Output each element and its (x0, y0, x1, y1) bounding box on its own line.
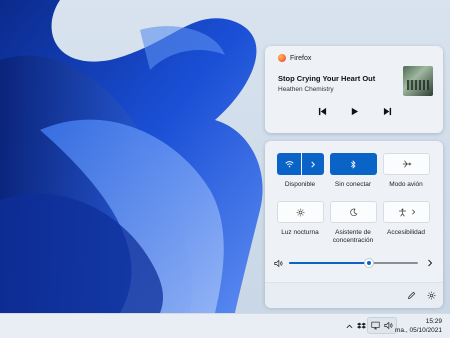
taskbar: 15:29 ma., 05/10/2021 (0, 313, 450, 338)
play-button[interactable] (347, 104, 361, 118)
brightness-icon (296, 208, 305, 216)
media-app-name: Firefox (290, 54, 312, 62)
album-art[interactable] (403, 66, 433, 96)
airplane-mode-label: Modo avión (389, 181, 423, 188)
media-app: Firefox (278, 54, 311, 62)
clock-date: ma., 05/10/2021 (395, 327, 442, 334)
bluetooth-icon (350, 159, 356, 169)
focus-assist-tile[interactable] (330, 201, 377, 223)
dropbox-tray-button[interactable] (356, 318, 366, 334)
wifi-icon (284, 161, 294, 168)
clock-time: 15:29 (425, 318, 442, 325)
chevron-right-icon (411, 209, 415, 215)
wifi-expand-button[interactable] (302, 153, 324, 175)
settings-button[interactable] (425, 289, 437, 301)
media-controls (265, 104, 443, 118)
audio-output-chevron-icon[interactable] (427, 259, 433, 267)
volume-slider[interactable] (274, 256, 433, 270)
show-hidden-icons-button[interactable] (344, 318, 354, 334)
accessibility-label: Accesibilidad (387, 229, 425, 236)
volume-icon (384, 321, 393, 330)
night-light-tile[interactable] (277, 201, 324, 223)
volume-fill (289, 262, 369, 264)
quick-settings-panel: Disponible Sin conectar Modo avión Luz n… (265, 141, 443, 308)
airplane-mode-tile[interactable] (383, 153, 430, 175)
firefox-icon (278, 54, 286, 62)
wifi-toggle-button[interactable] (277, 153, 301, 175)
focus-assist-label: Asistente de concentración (332, 229, 374, 244)
wifi-tile (277, 153, 324, 175)
edit-quick-settings-button[interactable] (405, 289, 417, 301)
next-button[interactable] (380, 104, 394, 118)
quick-settings-footer (265, 282, 443, 308)
system-tray-group[interactable] (367, 317, 397, 334)
media-flyout: Firefox Stop Crying Your Heart Out Heath… (265, 46, 443, 133)
song-artist: Heathen Chemistry (278, 86, 334, 93)
accessibility-icon (398, 208, 406, 216)
pencil-icon (407, 291, 415, 299)
dropbox-icon (356, 322, 366, 329)
speaker-icon[interactable] (274, 259, 283, 268)
network-icon (371, 321, 380, 330)
moon-icon (350, 208, 358, 216)
night-light-label: Luz nocturna (281, 229, 319, 236)
play-icon (351, 107, 358, 115)
accessibility-tile[interactable] (383, 201, 430, 223)
airplane-icon (402, 160, 411, 168)
clock[interactable]: 15:29 ma., 05/10/2021 (395, 317, 442, 335)
previous-icon (318, 107, 326, 115)
next-icon (383, 107, 391, 115)
chevron-right-icon (311, 161, 315, 167)
bluetooth-label: Sin conectar (334, 181, 372, 188)
previous-button[interactable] (315, 104, 329, 118)
bluetooth-tile[interactable] (330, 153, 377, 175)
gear-icon (427, 291, 435, 299)
song-title: Stop Crying Your Heart Out (278, 74, 376, 83)
chevron-up-icon (346, 324, 352, 328)
wifi-label: Disponible (284, 181, 316, 188)
volume-thumb[interactable] (364, 259, 373, 267)
